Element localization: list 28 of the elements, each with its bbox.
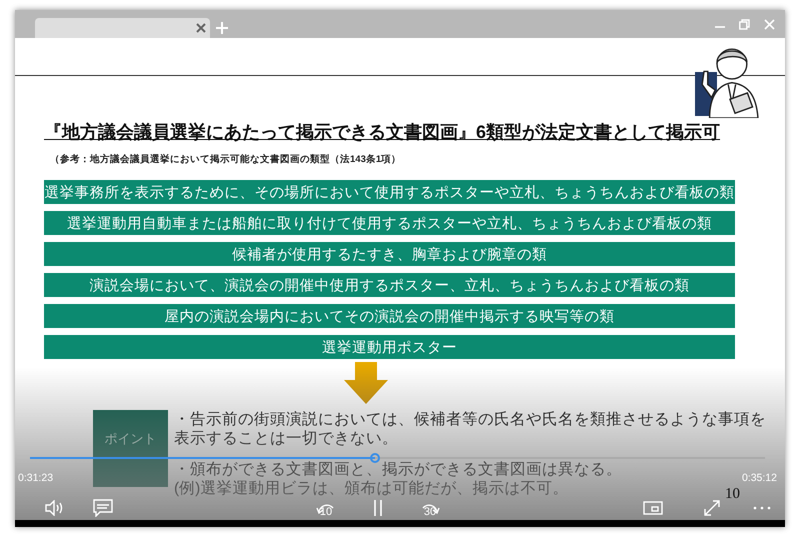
point-text: ・頒布ができる文書図画と、掲示ができる文書図画は異なる。 [174, 460, 622, 479]
category-bar: 選挙運動用自動車または船舶に取り付けて使用するポスターや立札、ちょうちんおよび看板の類 [44, 211, 735, 235]
captions-icon[interactable] [93, 499, 113, 517]
close-icon[interactable] [196, 23, 206, 33]
more-icon[interactable] [753, 506, 771, 510]
category-bar: 屋内の演説会場内においてその演説会の開催中掲示する映写等の類 [44, 304, 735, 328]
progress-thumb[interactable] [370, 453, 380, 463]
category-bar: 候補者が使用するたすき、胸章および腕章の類 [44, 242, 735, 266]
category-bar: 選挙運動用ポスター [44, 335, 735, 359]
page-number: 10 [725, 486, 740, 503]
point-text: ・告示前の街頭演説においては、候補者等の氏名や氏名を類推させるような事項を表示することは一切できない。 [174, 410, 767, 448]
restore-icon[interactable] [739, 18, 750, 30]
point-text: (例)選挙運動用ビラは、頒布は可能だが、掲示は不可。 [174, 479, 568, 498]
fullscreen-icon[interactable] [703, 499, 721, 517]
rewind-button[interactable]: 10 [315, 498, 337, 518]
point-label: ポイント [93, 410, 168, 487]
pause-icon[interactable] [373, 500, 383, 516]
category-bar: 演説会場において、演説会の開催中使用するポスター、立札、ちょうちんおよび看板の類 [44, 273, 735, 297]
reference-note: （参考：地方議会議員選挙において掲示可能な文書図画の類型（法143条1項） [50, 153, 402, 166]
new-tab-icon[interactable] [216, 22, 228, 34]
category-bar: 選挙事務所を表示するために、その場所において使用するポスターや立札、ちょうちんおよび看板の類 [44, 180, 735, 204]
down-arrow-icon [344, 362, 388, 404]
mini-view-icon[interactable] [643, 501, 663, 515]
slide-title: 『地方議会議員選挙にあたって掲示できる文書図画』6類型が法定文書として掲示可 [44, 121, 720, 144]
volume-icon[interactable] [45, 500, 65, 516]
total-duration: 0:35:12 [742, 472, 777, 484]
forward-button[interactable]: 30 [419, 498, 441, 518]
elapsed-time: 0:31:23 [18, 472, 54, 484]
